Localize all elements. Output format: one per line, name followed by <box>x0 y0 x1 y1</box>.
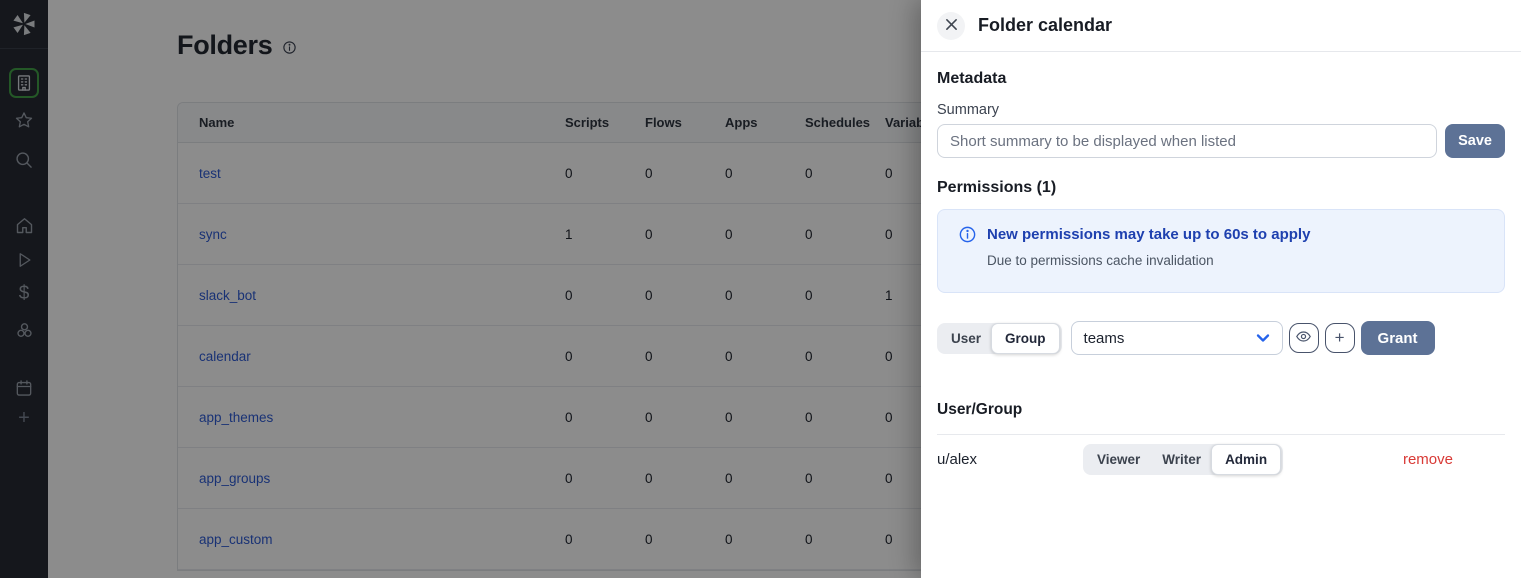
plus-icon: + <box>1335 329 1345 346</box>
permission-entry-row: u/alex Viewer Writer Admin remove <box>937 444 1505 475</box>
info-icon <box>958 225 977 244</box>
target-select-value: teams <box>1084 330 1125 347</box>
permissions-banner: New permissions may take up to 60s to ap… <box>937 209 1505 293</box>
scope-toggle: User Group <box>937 323 1062 354</box>
close-button[interactable] <box>937 12 965 40</box>
entry-name: u/alex <box>937 451 1083 468</box>
scope-option-user[interactable]: User <box>940 326 992 351</box>
folder-drawer: Folder calendar Metadata Summary Save Pe… <box>921 0 1521 578</box>
grant-button[interactable]: Grant <box>1361 321 1435 355</box>
role-option-writer[interactable]: Writer <box>1151 447 1212 472</box>
add-button[interactable]: + <box>1325 323 1355 353</box>
user-group-heading: User/Group <box>937 401 1505 419</box>
remove-link[interactable]: remove <box>1403 451 1453 468</box>
target-select[interactable]: teams <box>1071 321 1283 355</box>
summary-input[interactable] <box>937 124 1437 158</box>
eye-icon <box>1295 328 1312 348</box>
save-button[interactable]: Save <box>1445 124 1505 158</box>
preview-button[interactable] <box>1289 323 1319 353</box>
role-toggle: Viewer Writer Admin <box>1083 444 1283 475</box>
banner-top: New permissions may take up to 60s to ap… <box>958 225 1484 244</box>
banner-title: New permissions may take up to 60s to ap… <box>987 226 1310 243</box>
drawer-body: Metadata Summary Save Permissions (1) Ne… <box>921 52 1521 491</box>
banner-subtitle: Due to permissions cache invalidation <box>987 253 1484 268</box>
chevron-down-icon <box>1253 328 1273 348</box>
close-icon <box>945 18 958 34</box>
role-option-admin[interactable]: Admin <box>1211 444 1281 475</box>
permissions-heading: Permissions (1) <box>937 179 1505 197</box>
role-option-viewer[interactable]: Viewer <box>1086 447 1151 472</box>
grant-controls-row: User Group teams <box>937 321 1505 355</box>
metadata-heading: Metadata <box>937 70 1505 88</box>
drawer-title: Folder calendar <box>978 15 1112 36</box>
summary-label: Summary <box>937 102 1505 118</box>
drawer-header: Folder calendar <box>921 0 1521 52</box>
list-divider <box>937 434 1505 435</box>
scope-option-group[interactable]: Group <box>991 323 1060 354</box>
summary-row: Save <box>937 124 1505 158</box>
